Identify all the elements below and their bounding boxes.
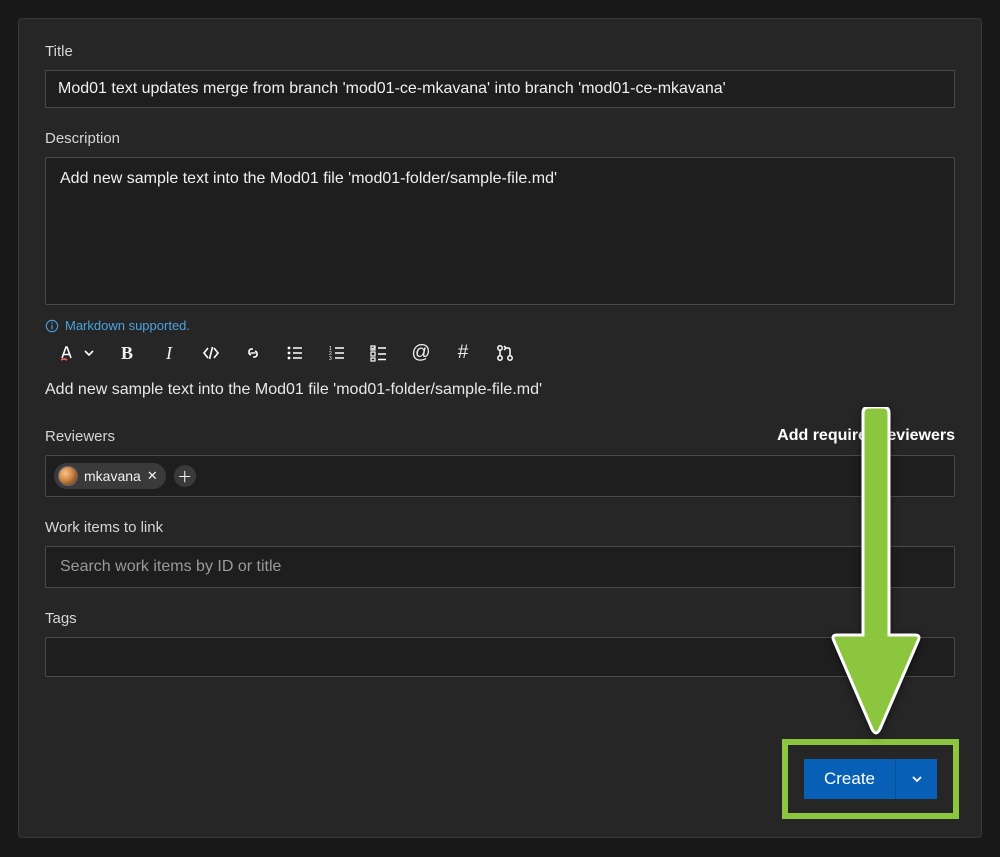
description-preview: Add new sample text into the Mod01 file … [45, 381, 955, 399]
bold-button[interactable]: B [117, 343, 137, 363]
title-section: Title [45, 43, 955, 108]
description-section: Description Markdown supported. B I [45, 130, 955, 399]
formatting-toolbar: B I 123 @ # [45, 343, 955, 363]
checklist-button[interactable] [369, 343, 389, 363]
description-textarea[interactable] [45, 157, 955, 305]
hash-button[interactable]: # [453, 343, 473, 363]
reviewers-input[interactable]: mkavana ✕ ＋ [45, 455, 955, 497]
work-items-label: Work items to link [45, 519, 955, 536]
markdown-hint-text: Markdown supported. [65, 318, 190, 333]
avatar [58, 466, 78, 486]
mention-button[interactable]: @ [411, 343, 431, 363]
title-input[interactable] [45, 70, 955, 108]
svg-text:3: 3 [329, 356, 332, 362]
create-dropdown-button[interactable] [895, 759, 937, 799]
info-icon [45, 319, 59, 333]
markdown-hint-link[interactable]: Markdown supported. [45, 318, 190, 333]
work-items-section: Work items to link [45, 519, 955, 588]
create-button[interactable]: Create [804, 759, 895, 799]
description-label: Description [45, 130, 955, 147]
chevron-down-icon [910, 772, 924, 786]
footer-actions: Create [782, 739, 959, 819]
reviewers-label: Reviewers [45, 428, 115, 445]
tags-input[interactable] [45, 637, 955, 677]
link-button[interactable] [243, 343, 263, 363]
add-required-reviewers-link[interactable]: Add required reviewers [777, 427, 955, 445]
create-pull-request-panel: Title Description Markdown supported. B … [18, 18, 982, 838]
code-button[interactable] [201, 343, 221, 363]
text-style-button[interactable] [57, 343, 77, 363]
remove-reviewer-icon[interactable]: ✕ [147, 468, 158, 484]
chevron-down-icon[interactable] [83, 343, 95, 363]
annotation-highlight-box: Create [782, 739, 959, 819]
tags-section: Tags [45, 610, 955, 677]
tags-label: Tags [45, 610, 955, 627]
reviewers-section: Reviewers Add required reviewers mkavana… [45, 427, 955, 497]
reviewer-chip: mkavana ✕ [54, 463, 166, 489]
reviewer-name: mkavana [84, 468, 141, 484]
numbered-list-button[interactable]: 123 [327, 343, 347, 363]
work-items-input[interactable] [45, 546, 955, 588]
bullet-list-button[interactable] [285, 343, 305, 363]
add-reviewer-button[interactable]: ＋ [174, 465, 196, 487]
italic-button[interactable]: I [159, 343, 179, 363]
pull-request-button[interactable] [495, 343, 515, 363]
title-label: Title [45, 43, 955, 60]
